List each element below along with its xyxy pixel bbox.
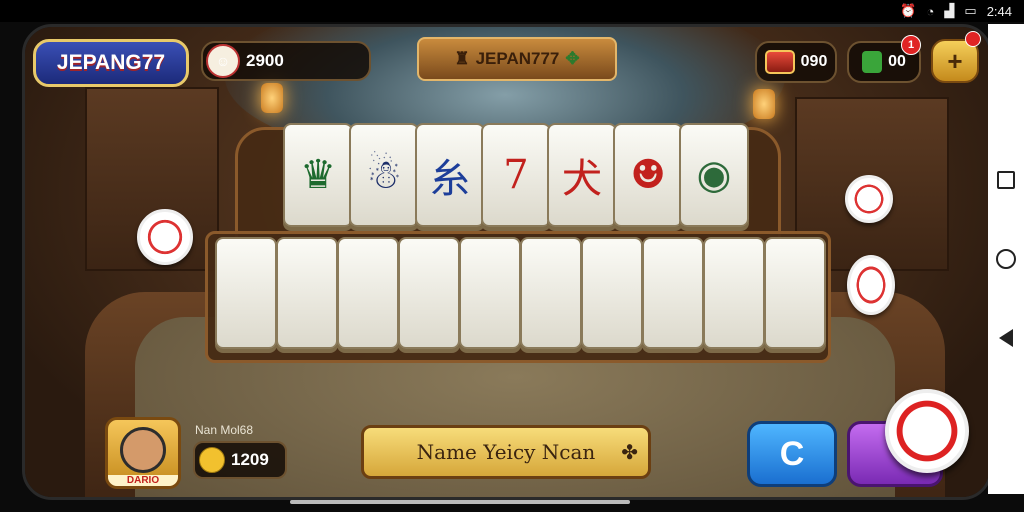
title-banner: ♜ JEPAN777 ✥ [417,37,617,81]
status-bar: ⏰ ◔ ▟ ▭ 2:44 [0,0,1024,22]
banner-icon: ♜ [454,49,470,68]
player-avatar[interactable]: DARIO [105,417,181,489]
home-icon[interactable] [996,249,1016,269]
player-coin-value: 1209 [231,450,269,469]
gem-value: 090 [800,53,828,70]
smiley-coin-icon [199,447,225,473]
mahjong-tile[interactable] [642,237,704,349]
lantern-icon [753,89,775,119]
coin-value: 2900 [246,51,284,70]
refresh-icon: C [779,434,805,473]
android-nav-bar [988,24,1024,494]
gem-icon [764,50,795,74]
mahjong-tile[interactable]: ☻ [613,123,683,227]
mahjong-tile[interactable]: ♛ [283,123,353,227]
brand-badge[interactable]: JEPANG77 [33,39,189,87]
avatar-face [120,427,166,473]
big-poker-chip-icon [885,389,969,473]
status-time: 2:44 [986,3,1012,19]
mahjong-tile[interactable] [215,237,277,349]
gem-counter[interactable]: 090 [755,41,837,83]
poker-chip-icon [137,209,193,265]
mahjong-tile[interactable]: ☃ [349,123,419,227]
alert-dot [965,31,981,47]
coin-counter[interactable]: ☺ 2900 [201,41,371,81]
mahjong-tile[interactable]: 糸 [415,123,485,227]
ticket-value: 00 [888,53,906,70]
mahjong-tile[interactable] [276,237,338,349]
ticket-icon [862,51,883,73]
recents-icon[interactable] [997,171,1015,189]
mahjong-tile[interactable] [703,237,765,349]
name-input-value: Name Yeicy Ncan [416,440,596,464]
banner-text: JEPAN777 [475,49,560,68]
refresh-button[interactable]: C [747,421,837,487]
name-input[interactable]: Name Yeicy Ncan ✤ [361,425,651,479]
coin-icon: ☺ [206,44,240,78]
wifi-icon: ◔ [926,3,935,19]
leaf-icon: ✥ [565,49,580,68]
player-name: Nan Mol68 [195,423,254,437]
signal-icon: ▟ [944,3,955,18]
mahjong-tile[interactable]: 犬 [547,123,617,227]
game-screen: JEPANG77 ☺ 2900 ♜ JEPAN777 ✥ 090 00 1 + … [22,24,992,500]
mahjong-tile[interactable] [398,237,460,349]
mahjong-tile[interactable]: ◉ [679,123,749,227]
mahjong-tile[interactable] [520,237,582,349]
mahjong-tile[interactable]: 7 [481,123,551,227]
home-indicator[interactable] [290,500,630,504]
battery-icon: ▭ [964,3,977,18]
mahjong-tile[interactable] [581,237,643,349]
notification-badge: 1 [901,35,921,55]
alarm-icon: ⏰ [900,3,917,18]
poker-chip-icon [845,175,893,223]
mahjong-tile[interactable] [764,237,826,349]
mahjong-tile[interactable] [337,237,399,349]
back-icon[interactable] [999,329,1013,347]
avatar-label: DARIO [108,475,178,486]
arrow-icon: ✤ [621,440,638,464]
poker-chip-icon [847,255,895,315]
mahjong-tile[interactable] [459,237,521,349]
player-coin-counter: 1209 [193,441,287,479]
lantern-icon [261,83,283,113]
